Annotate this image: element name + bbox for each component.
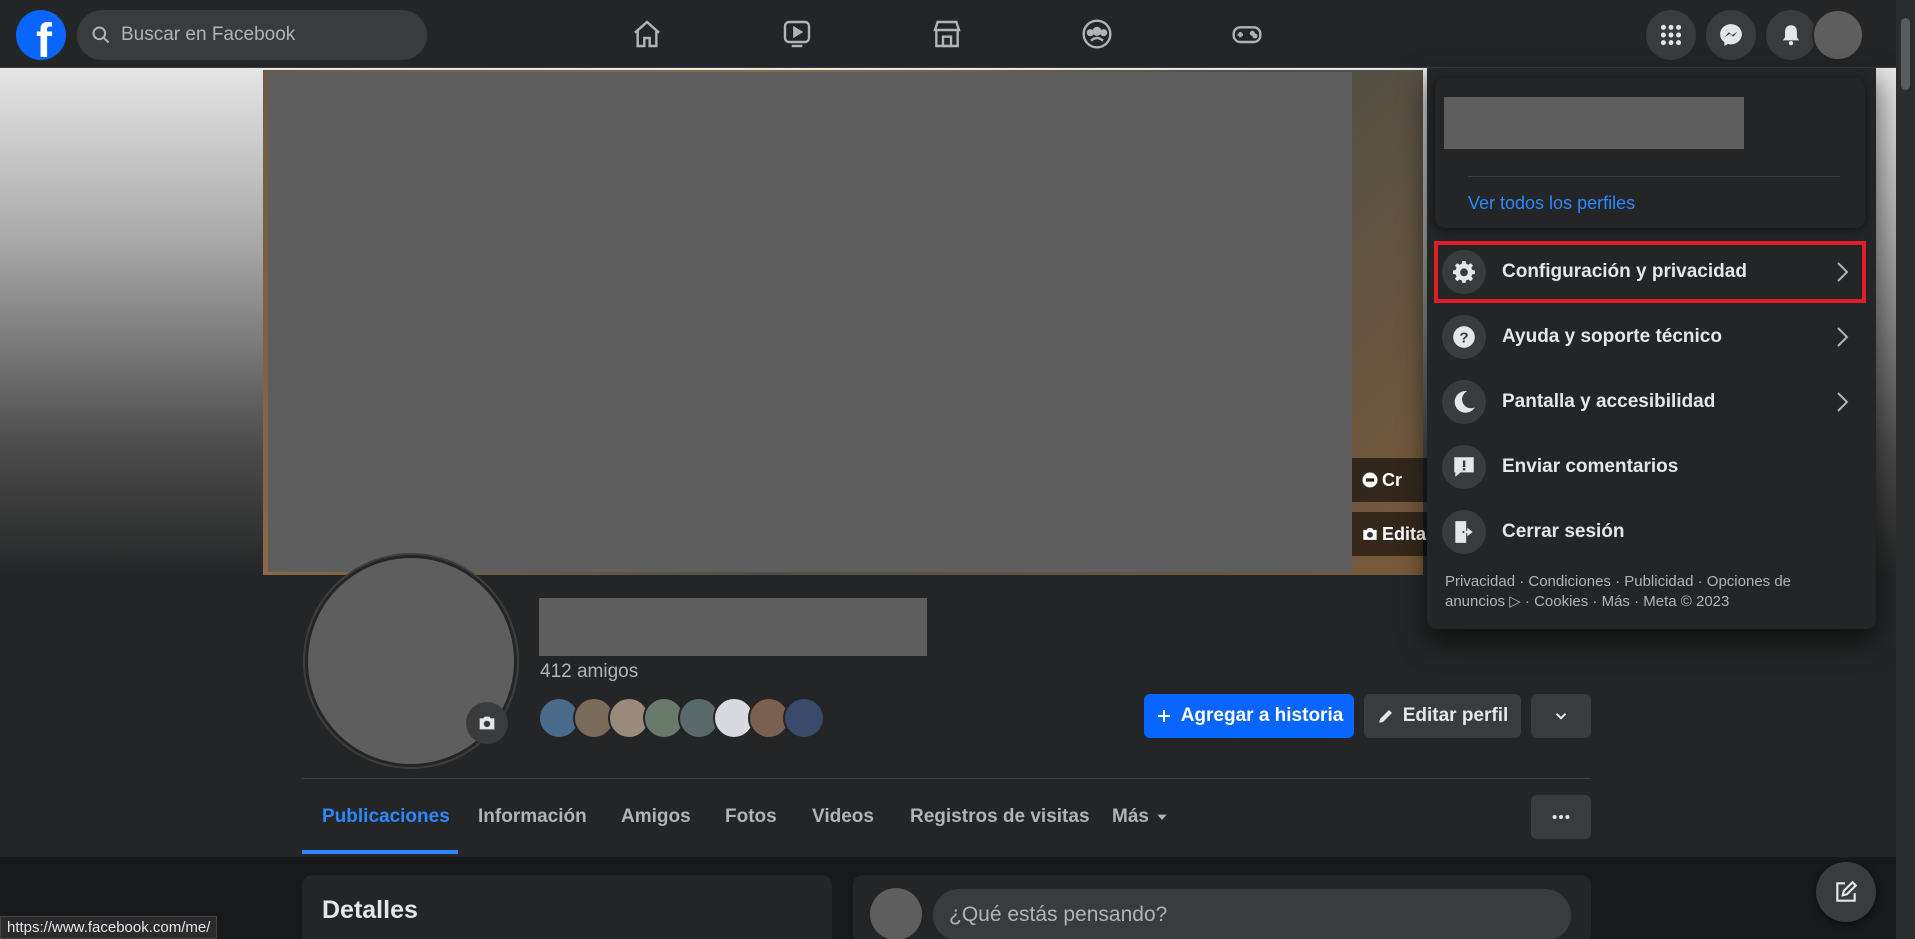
moon-icon xyxy=(1454,391,1475,413)
menu-icon-wrap xyxy=(1442,250,1486,294)
account-avatar[interactable] xyxy=(1812,9,1864,61)
tab-fotos[interactable]: Fotos xyxy=(725,780,777,854)
composer-avatar[interactable] xyxy=(870,888,922,939)
menu-item-send-feedback[interactable]: Enviar comentarios xyxy=(1442,440,1862,494)
active-tab-indicator xyxy=(302,850,458,854)
search-icon xyxy=(92,26,110,44)
menu-icon-wrap xyxy=(1442,510,1486,554)
chevron-down-icon xyxy=(1555,713,1567,720)
messenger-button[interactable] xyxy=(1706,10,1756,60)
page-scrollbar[interactable] xyxy=(1896,0,1915,939)
menu-icon-wrap xyxy=(1442,445,1486,489)
chevron-right-icon xyxy=(1837,262,1849,282)
update-profile-picture-button[interactable] xyxy=(466,702,508,744)
account-dropdown: Ver todos los perfiles Configuración y p… xyxy=(1427,68,1876,629)
friend-avatar[interactable] xyxy=(783,697,825,739)
friends-count[interactable]: 412 amigos xyxy=(540,661,638,683)
search-input[interactable] xyxy=(121,24,401,46)
menu-grid-icon xyxy=(1660,24,1682,46)
marketplace-icon xyxy=(933,20,961,48)
cover-photo-redacted xyxy=(268,72,1352,572)
nav-groups[interactable] xyxy=(1077,14,1117,54)
edit-profile-label: Editar perfil xyxy=(1402,705,1509,726)
chevron-right-icon xyxy=(1837,392,1849,412)
add-to-story-label: Agregar a historia xyxy=(1180,705,1344,726)
tab-amigos[interactable]: Amigos xyxy=(621,780,691,854)
menu-item-settings-privacy[interactable]: Configuración y privacidad xyxy=(1442,245,1862,299)
profile-name-redacted xyxy=(1444,97,1744,149)
feedback-icon xyxy=(1454,457,1474,477)
tab-videos[interactable]: Videos xyxy=(812,780,874,854)
status-bar-url: https://www.facebook.com/me/ xyxy=(0,916,218,939)
nav-gaming[interactable] xyxy=(1227,14,1267,54)
menu-button[interactable] xyxy=(1646,10,1696,60)
messenger-icon xyxy=(1720,24,1742,46)
profile-options-button[interactable] xyxy=(1531,694,1591,738)
menu-icon-wrap xyxy=(1442,380,1486,424)
menu-label: Pantalla y accesibilidad xyxy=(1502,391,1716,412)
menu-label: Enviar comentarios xyxy=(1502,456,1679,477)
facebook-logo[interactable]: f xyxy=(16,10,66,60)
menu-item-display-accessibility[interactable]: Pantalla y accesibilidad xyxy=(1442,375,1862,429)
menu-label: Cerrar sesión xyxy=(1502,521,1625,542)
tab-informacion[interactable]: Información xyxy=(478,780,587,854)
menu-label: Configuración y privacidad xyxy=(1502,261,1747,282)
groups-icon xyxy=(1082,19,1112,49)
see-all-profiles-link[interactable]: Ver todos los perfiles xyxy=(1468,193,1635,214)
facebook-logo-letter: f xyxy=(36,15,52,61)
compose-icon xyxy=(1836,880,1858,902)
camera-icon xyxy=(479,716,495,730)
profile-name-redacted xyxy=(539,598,927,656)
edit-profile-button[interactable]: Editar perfil xyxy=(1364,694,1521,738)
divider xyxy=(1468,176,1840,177)
more-options-button[interactable] xyxy=(1531,795,1591,839)
search-box[interactable] xyxy=(77,10,427,60)
avatar-face-icon xyxy=(1362,472,1378,488)
camera-icon xyxy=(1363,528,1377,540)
details-title: Detalles xyxy=(322,896,418,924)
gaming-icon xyxy=(1232,26,1262,44)
svg-text:?: ? xyxy=(1459,329,1468,346)
nav-marketplace[interactable] xyxy=(927,14,967,54)
create-with-avatar-label: Cr xyxy=(1382,469,1403,490)
home-icon xyxy=(634,20,660,48)
chevron-right-icon xyxy=(1837,327,1849,347)
tab-mas[interactable]: Más xyxy=(1112,780,1169,854)
add-to-story-button[interactable]: Agregar a historia xyxy=(1144,694,1354,738)
nav-home[interactable] xyxy=(627,14,667,54)
more-dots-icon xyxy=(1552,814,1570,820)
menu-item-log-out[interactable]: Cerrar sesión xyxy=(1442,505,1862,559)
tab-publicaciones[interactable]: Publicaciones xyxy=(322,780,450,854)
menu-icon-wrap: ? xyxy=(1442,315,1486,359)
menu-item-help-support[interactable]: ? Ayuda y soporte técnico xyxy=(1442,310,1862,364)
tab-registros-de-visitas[interactable]: Registros de visitas xyxy=(910,780,1090,854)
plus-icon xyxy=(1157,710,1170,722)
tab-mas-label: Más xyxy=(1112,806,1149,827)
caret-down-icon xyxy=(1157,814,1167,820)
footer-links-line[interactable]: anuncios ▷ · Cookies · Más · Meta © 2023 xyxy=(1445,592,1845,612)
pencil-icon xyxy=(1378,710,1392,723)
video-icon xyxy=(783,20,811,48)
logout-icon xyxy=(1455,521,1473,543)
notifications-icon xyxy=(1782,25,1800,46)
footer-links: Privacidad · Condiciones · Publicidad · … xyxy=(1445,572,1845,612)
divider xyxy=(302,778,1590,779)
edit-cover-label: Edita xyxy=(1382,523,1427,544)
profile-switcher-card[interactable]: Ver todos los perfiles xyxy=(1435,78,1865,228)
menu-label: Ayuda y soporte técnico xyxy=(1502,326,1722,347)
nav-watch[interactable] xyxy=(777,14,817,54)
scrollbar-thumb[interactable] xyxy=(1901,18,1910,90)
help-icon: ? xyxy=(1453,326,1475,348)
footer-links-line[interactable]: Privacidad · Condiciones · Publicidad · … xyxy=(1445,572,1845,592)
gear-icon xyxy=(1452,260,1475,283)
top-navigation-bar: f xyxy=(0,0,1896,68)
notifications-button[interactable] xyxy=(1766,10,1816,60)
composer-input[interactable]: ¿Qué estás pensando? xyxy=(933,889,1571,939)
new-message-button[interactable] xyxy=(1816,862,1876,922)
